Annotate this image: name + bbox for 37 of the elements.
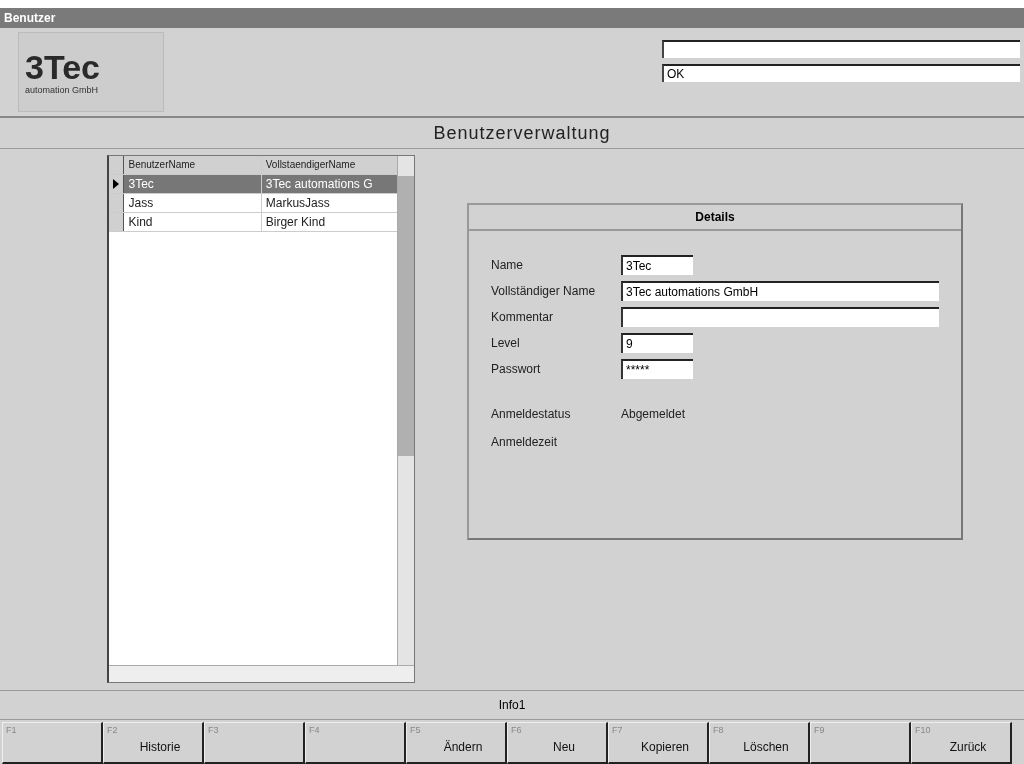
message-field[interactable]: OK <box>662 64 1020 82</box>
input-field[interactable] <box>621 307 939 327</box>
window-title: Benutzer <box>0 8 1024 28</box>
panel-title: Details <box>469 205 961 231</box>
field-label: Level <box>491 336 521 350</box>
field-label: Kommentar <box>491 310 555 324</box>
table-cell: Kind <box>124 213 262 231</box>
message-field[interactable] <box>662 40 1020 58</box>
table-cell: Jass <box>124 194 262 212</box>
table-cell: 3Tec <box>124 175 262 193</box>
function-key-button[interactable]: F7 Kopieren <box>608 722 709 764</box>
logo-text: 3Tec <box>25 49 101 85</box>
horizontal-scrollbar[interactable] <box>109 665 414 682</box>
input-field[interactable]: 9 <box>621 333 693 353</box>
field-label: Vollständiger Name <box>491 284 597 298</box>
function-key-button[interactable]: F6 Neu <box>507 722 608 764</box>
page-heading: Benutzerverwaltung <box>0 118 1024 149</box>
vertical-scrollbar[interactable] <box>397 156 414 666</box>
function-key-button[interactable]: F5 Ändern <box>406 722 507 764</box>
field-label: Anmeldestatus <box>491 407 572 421</box>
table-row[interactable]: 3Tec 3Tec automations G <box>109 175 399 194</box>
table-row[interactable]: Kind Birger Kind <box>109 213 399 232</box>
input-field[interactable]: ***** <box>621 359 693 379</box>
function-key-button[interactable]: F10 Zurück <box>911 722 1012 764</box>
function-key-button[interactable]: F8 Löschen <box>709 722 810 764</box>
field-label: Anmeldezeit <box>491 435 559 449</box>
function-key-button[interactable]: F2 Historie <box>103 722 204 764</box>
logo-subtitle: automation GmbH <box>25 85 100 95</box>
table-cell: 3Tec automations G <box>261 175 399 193</box>
column-header[interactable]: BenutzerName <box>124 156 262 174</box>
field-label: Name <box>491 258 524 272</box>
input-field[interactable]: 3Tec automations GmbH <box>621 281 939 301</box>
input-field[interactable]: 3Tec <box>621 255 693 275</box>
row-pointer-icon <box>112 178 121 190</box>
status-bar: Info1 <box>0 690 1024 720</box>
field-label: Passwort <box>491 362 542 376</box>
field-value: Abgemeldet <box>621 407 687 421</box>
